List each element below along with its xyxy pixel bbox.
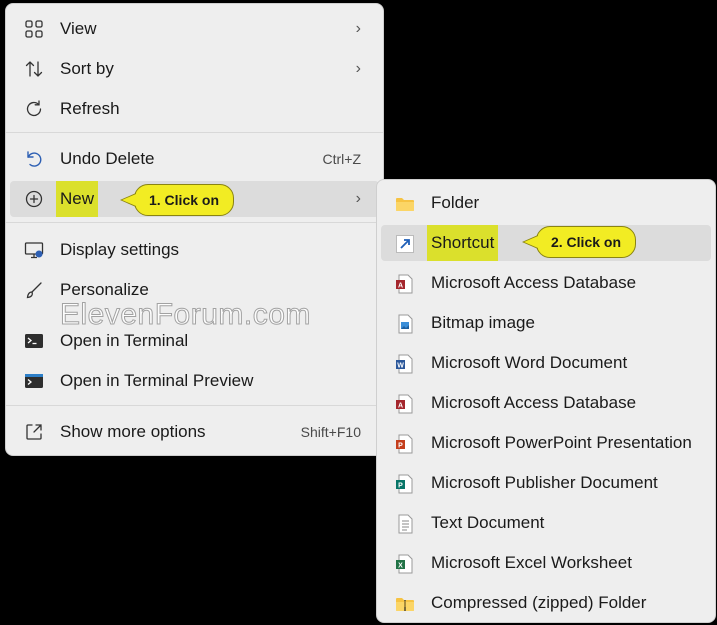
menu-item-display-settings[interactable]: Display settings (10, 232, 379, 268)
menu-item-label: Text Document (431, 513, 545, 532)
menu-item-label: Shortcut (427, 225, 499, 261)
zip-folder-icon (395, 594, 415, 614)
svg-text:P: P (398, 443, 403, 450)
menu-item-label: Compressed (zipped) Folder (431, 593, 647, 612)
sort-icon (24, 59, 44, 79)
submenu-item-folder[interactable]: Folder (381, 185, 711, 221)
menu-separator (6, 222, 383, 223)
terminal-icon (24, 331, 44, 351)
menu-separator (6, 132, 383, 133)
submenu-item-text-document[interactable]: Text Document (381, 505, 711, 541)
display-icon (24, 240, 44, 260)
menu-item-undo-delete[interactable]: Undo Delete Ctrl+Z (10, 141, 379, 177)
refresh-icon (24, 99, 44, 119)
desktop-context-menu: View › Sort by › Refresh Undo Delete Ctr… (5, 3, 384, 456)
share-icon (24, 422, 44, 442)
menu-item-label: New (56, 181, 99, 217)
folder-icon (395, 194, 415, 214)
terminal-preview-icon (24, 371, 44, 391)
svg-text:W: W (397, 363, 404, 370)
access-icon: A (395, 394, 415, 414)
menu-item-label: Microsoft Access Database (431, 393, 637, 412)
menu-item-label: View (60, 19, 97, 38)
menu-item-show-more-options[interactable]: Show more options Shift+F10 (10, 414, 379, 450)
menu-item-view[interactable]: View › (10, 11, 379, 47)
menu-item-label: Sort by (60, 59, 114, 78)
menu-item-label: Undo Delete (60, 149, 155, 168)
svg-text:P: P (398, 483, 403, 490)
menu-item-label: Folder (431, 193, 480, 212)
callout-step1: 1. Click on (120, 184, 234, 216)
svg-text:X: X (398, 563, 403, 570)
publisher-icon: P (395, 474, 415, 494)
callout-text: 1. Click on (148, 192, 220, 208)
callout-step2: 2. Click on (522, 226, 636, 258)
bitmap-icon (395, 314, 415, 334)
word-icon: W (395, 354, 415, 374)
menu-item-label: Microsoft Excel Worksheet (431, 553, 632, 572)
menu-item-label: Show more options (60, 422, 206, 441)
menu-item-label: Microsoft PowerPoint Presentation (431, 433, 692, 452)
menu-item-open-in-terminal-preview[interactable]: Open in Terminal Preview (10, 363, 379, 399)
chevron-right-icon: › (355, 60, 361, 77)
text-icon (395, 514, 415, 534)
submenu-item-publisher-document[interactable]: P Microsoft Publisher Document (381, 465, 711, 501)
menu-item-label: Refresh (60, 99, 120, 118)
chevron-right-icon: › (355, 20, 361, 37)
menu-item-refresh[interactable]: Refresh (10, 91, 379, 127)
chevron-right-icon: › (355, 190, 361, 207)
undo-icon (24, 149, 44, 169)
submenu-item-word-document[interactable]: W Microsoft Word Document (381, 345, 711, 381)
menu-item-label: Display settings (60, 240, 180, 259)
menu-item-label: Microsoft Publisher Document (431, 473, 658, 492)
shortcut-text: Shift+F10 (300, 424, 361, 440)
submenu-item-access-database[interactable]: A Microsoft Access Database (381, 265, 711, 301)
menu-item-sort-by[interactable]: Sort by › (10, 51, 379, 87)
submenu-item-powerpoint-presentation[interactable]: P Microsoft PowerPoint Presentation (381, 425, 711, 461)
menu-item-label: Microsoft Access Database (431, 273, 637, 292)
svg-text:A: A (398, 403, 403, 410)
submenu-item-excel-worksheet[interactable]: X Microsoft Excel Worksheet (381, 545, 711, 581)
menu-separator (6, 405, 383, 406)
svg-text:A: A (398, 283, 403, 290)
callout-text: 2. Click on (550, 234, 622, 250)
brush-icon (24, 280, 44, 300)
menu-item-label: Open in Terminal Preview (60, 371, 254, 390)
powerpoint-icon: P (395, 434, 415, 454)
submenu-item-bitmap-image[interactable]: Bitmap image (381, 305, 711, 341)
shortcut-icon (395, 234, 415, 254)
submenu-item-compressed-folder[interactable]: Compressed (zipped) Folder (381, 585, 711, 621)
watermark: ElevenForum.com (60, 298, 311, 332)
shortcut-text: Ctrl+Z (322, 151, 362, 167)
menu-item-label: Microsoft Word Document (431, 353, 628, 372)
grid-icon (24, 19, 44, 39)
access-icon: A (395, 274, 415, 294)
new-icon (24, 189, 44, 209)
menu-item-label: Bitmap image (431, 313, 535, 332)
excel-icon: X (395, 554, 415, 574)
submenu-item-access-database-2[interactable]: A Microsoft Access Database (381, 385, 711, 421)
